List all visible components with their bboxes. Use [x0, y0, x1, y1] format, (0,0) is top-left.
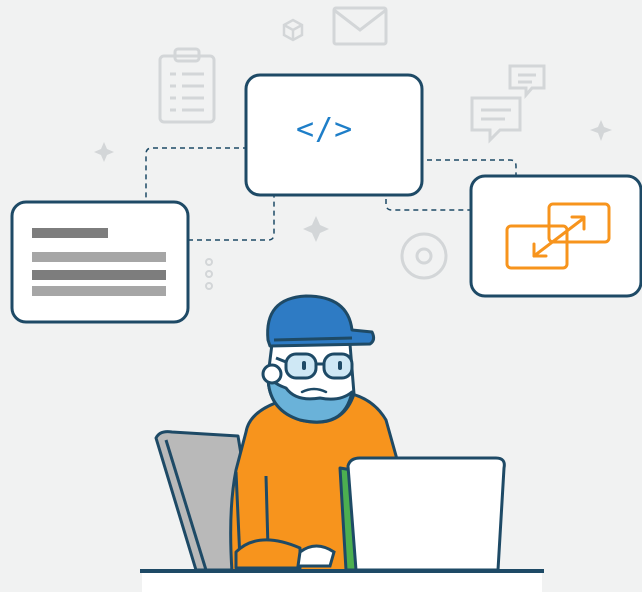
text-card-line	[32, 252, 166, 262]
desk	[140, 569, 544, 592]
laptop-icon	[338, 456, 506, 572]
cube-icon	[282, 18, 304, 42]
swap-card	[469, 174, 642, 298]
text-card	[10, 200, 190, 324]
illustration-canvas	[10, 6, 642, 592]
chat-icon	[470, 64, 546, 144]
text-card-heading-line	[32, 228, 108, 238]
dots-decoration	[205, 258, 213, 290]
text-card-line	[32, 286, 166, 296]
clipboard-icon	[158, 47, 216, 124]
envelope-icon	[332, 6, 388, 46]
text-card-line	[32, 270, 166, 280]
cap-icon	[266, 294, 376, 348]
code-symbol: </>	[296, 112, 354, 147]
developer-illustration: </>	[0, 0, 642, 592]
target-icon	[400, 232, 448, 280]
